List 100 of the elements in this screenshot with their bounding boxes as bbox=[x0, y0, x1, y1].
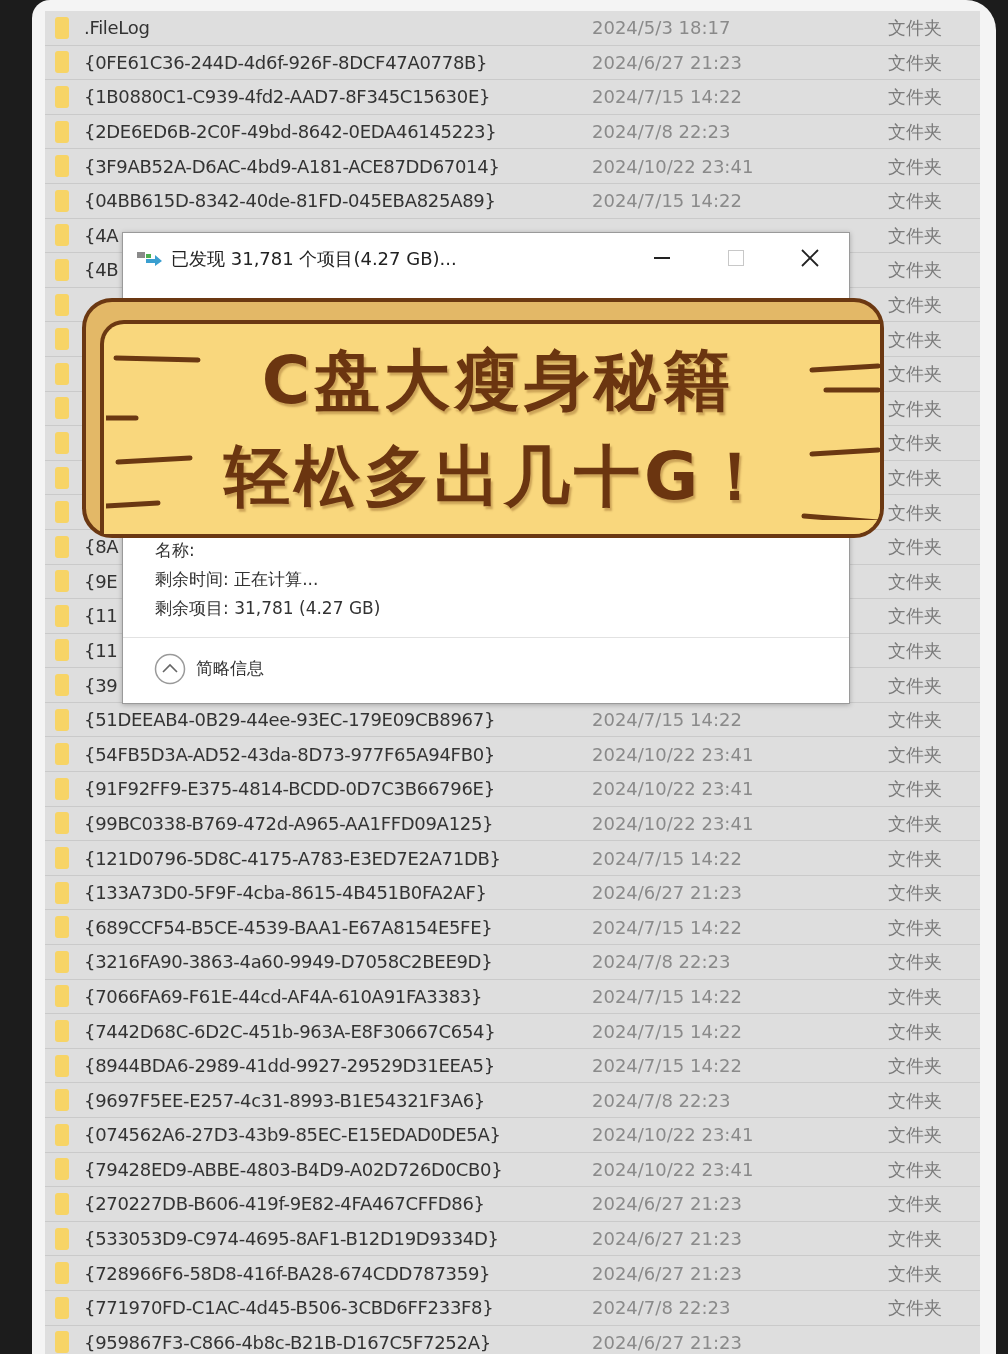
file-name[interactable]: {54FB5D3A-AD52-43da-8D73-977F65A94FB0} bbox=[84, 743, 496, 765]
file-type: 文件夹 bbox=[888, 51, 942, 73]
file-name[interactable]: {7066FA69-F61E-44cd-AF4A-610A91FA3383} bbox=[84, 985, 483, 1007]
file-name[interactable]: {1B0880C1-C939-4fd2-AAD7-8F345C15630E} bbox=[84, 86, 491, 108]
file-date: 2024/7/15 14:22 bbox=[592, 709, 742, 731]
details-toggle[interactable]: 简略信息 bbox=[154, 653, 264, 685]
file-name[interactable]: {91F92FF9-E375-4814-BCDD-0D7C3B66796E} bbox=[84, 778, 495, 800]
file-name[interactable]: {533053D9-C974-4695-8AF1-B12D19D9334D} bbox=[84, 1228, 499, 1250]
maximize-icon bbox=[728, 250, 744, 266]
file-name[interactable]: {9697F5EE-E257-4c31-8993-B1E54321F3A6} bbox=[84, 1089, 485, 1111]
folder-icon bbox=[55, 466, 69, 489]
file-type: 文件夹 bbox=[888, 1297, 942, 1319]
folder-icon bbox=[55, 604, 69, 627]
folder-icon bbox=[55, 16, 69, 39]
file-date: 2024/6/27 21:23 bbox=[592, 51, 742, 73]
folder-icon bbox=[55, 881, 69, 904]
file-type: 文件夹 bbox=[888, 1055, 942, 1077]
folder-icon bbox=[55, 293, 69, 316]
file-name[interactable]: {9E bbox=[84, 570, 118, 592]
file-type: 文件夹 bbox=[888, 86, 942, 108]
folder-icon bbox=[55, 570, 69, 593]
file-name[interactable]: {3216FA90-3863-4a60-9949-D7058C2BEE9D} bbox=[84, 951, 493, 973]
file-name[interactable]: {39 bbox=[84, 674, 118, 696]
file-type: 文件夹 bbox=[888, 1193, 942, 1215]
file-date: 2024/10/22 23:41 bbox=[592, 1124, 754, 1146]
banner-headline: 轻松多出几十G！ bbox=[223, 437, 773, 517]
file-date: 2024/6/27 21:23 bbox=[592, 1228, 742, 1250]
folder-icon bbox=[55, 120, 69, 143]
file-name[interactable]: {3F9AB52A-D6AC-4bd9-A181-ACE87DD67014} bbox=[84, 155, 500, 177]
dialog-title: 已发现 31,781 个项目(4.27 GB)... bbox=[171, 246, 457, 271]
file-type: 文件夹 bbox=[888, 536, 942, 558]
file-date: 2024/5/3 18:17 bbox=[592, 17, 731, 39]
detail-text: 名称: bbox=[155, 540, 196, 561]
file-type: 文件夹 bbox=[888, 743, 942, 765]
file-type: 文件夹 bbox=[888, 121, 942, 143]
file-date: 2024/7/15 14:22 bbox=[592, 190, 742, 212]
file-name[interactable]: {771970FD-C1AC-4d45-B506-3CBD6FF233F8} bbox=[84, 1297, 494, 1319]
file-name[interactable]: {689CCF54-B5CE-4539-BAA1-E67A8154E5FE} bbox=[84, 916, 493, 938]
file-name[interactable]: {0FE61C36-244D-4d6f-926F-8DCF47A0778B} bbox=[84, 51, 488, 73]
file-name[interactable]: {79428ED9-ABBE-4803-B4D9-A02D726D0CB0} bbox=[84, 1158, 503, 1180]
detail-text: 剩余时间: 正在计算... bbox=[155, 569, 320, 590]
folder-icon bbox=[55, 777, 69, 800]
file-type: 文件夹 bbox=[888, 224, 942, 246]
folder-icon bbox=[55, 1296, 69, 1319]
banner-headline: C盘大瘦身秘籍 bbox=[261, 341, 735, 421]
minimize-icon bbox=[654, 257, 670, 259]
file-name[interactable]: {51DEEAB4-0B29-44ee-93EC-179E09CB8967} bbox=[84, 709, 496, 731]
file-name[interactable]: {8944BDA6-2989-41dd-9927-29529D31EEA5} bbox=[84, 1055, 495, 1077]
folder-icon bbox=[55, 916, 69, 939]
folder-icon bbox=[55, 189, 69, 212]
file-name[interactable]: .FileLog bbox=[84, 17, 150, 39]
file-name[interactable]: {959867F3-C866-4b8c-B21B-D167C5F7252A} bbox=[84, 1331, 491, 1353]
folder-icon bbox=[55, 708, 69, 731]
file-type: 文件夹 bbox=[888, 1020, 942, 1042]
file-type: 文件夹 bbox=[888, 570, 942, 592]
file-name[interactable]: {074562A6-27D3-43b9-85EC-E15EDAD0DE5A} bbox=[84, 1124, 501, 1146]
file-name[interactable]: {11 bbox=[84, 605, 118, 627]
file-type: 文件夹 bbox=[888, 467, 942, 488]
file-date: 2024/7/15 14:22 bbox=[592, 1055, 742, 1077]
file-name[interactable]: {99BC0338-B769-472d-A965-AA1FFD09A125} bbox=[84, 812, 494, 834]
file-name[interactable]: {11 bbox=[84, 640, 118, 661]
file-type: 文件夹 bbox=[888, 328, 942, 350]
file-type: 文件夹 bbox=[888, 155, 942, 177]
file-type: 文件夹 bbox=[888, 640, 942, 661]
folder-icon bbox=[55, 1262, 69, 1285]
folder-icon bbox=[55, 1089, 69, 1112]
file-name[interactable]: {2DE6ED6B-2C0F-49bd-8642-0EDA46145223} bbox=[84, 121, 497, 143]
file-name[interactable]: {728966F6-58D8-416f-BA28-674CDD787359} bbox=[84, 1262, 491, 1284]
file-name[interactable]: {8A bbox=[84, 536, 119, 558]
file-type: 文件夹 bbox=[888, 1158, 942, 1180]
folder-icon bbox=[55, 1331, 69, 1354]
file-type: 文件夹 bbox=[888, 294, 942, 316]
file-date: 2024/7/8 22:23 bbox=[592, 1089, 731, 1111]
file-name[interactable]: {121D0796-5D8C-4175-A783-E3ED7E2A71DB} bbox=[84, 847, 501, 869]
file-date: 2024/7/15 14:22 bbox=[592, 847, 742, 869]
file-name[interactable]: {133A73D0-5F9F-4cba-8615-4B451B0FA2AF} bbox=[84, 882, 487, 904]
folder-icon bbox=[55, 1227, 69, 1250]
file-name[interactable]: {4B bbox=[84, 259, 119, 281]
file-name[interactable]: {4A bbox=[84, 224, 119, 246]
file-date: 2024/10/22 23:41 bbox=[592, 1158, 754, 1180]
file-name[interactable]: {7442D68C-6D2C-451b-963A-E8F30667C654} bbox=[84, 1020, 496, 1042]
file-type: 文件夹 bbox=[888, 17, 942, 39]
folder-icon bbox=[55, 950, 69, 973]
folder-icon bbox=[55, 51, 69, 74]
file-type: 文件夹 bbox=[888, 882, 942, 904]
file-type: 文件夹 bbox=[888, 605, 942, 627]
folder-icon bbox=[55, 86, 69, 108]
folder-icon bbox=[55, 985, 69, 1008]
file-date: 2024/10/22 23:41 bbox=[592, 743, 754, 765]
file-date: 2024/10/22 23:41 bbox=[592, 155, 754, 177]
file-name[interactable]: {04BB615D-8342-40de-81FD-045EBA825A89} bbox=[84, 190, 496, 212]
file-name[interactable]: {270227DB-B606-419f-9E82-4FA467CFFD86} bbox=[84, 1193, 485, 1215]
folder-icon bbox=[55, 1054, 69, 1077]
folder-icon bbox=[55, 1158, 69, 1181]
file-date: 2024/7/15 14:22 bbox=[592, 86, 742, 108]
file-type: 文件夹 bbox=[888, 432, 942, 454]
folder-icon bbox=[55, 535, 69, 558]
folder-icon bbox=[55, 1123, 69, 1146]
folder-icon bbox=[55, 328, 69, 351]
file-type: 文件夹 bbox=[888, 778, 942, 800]
